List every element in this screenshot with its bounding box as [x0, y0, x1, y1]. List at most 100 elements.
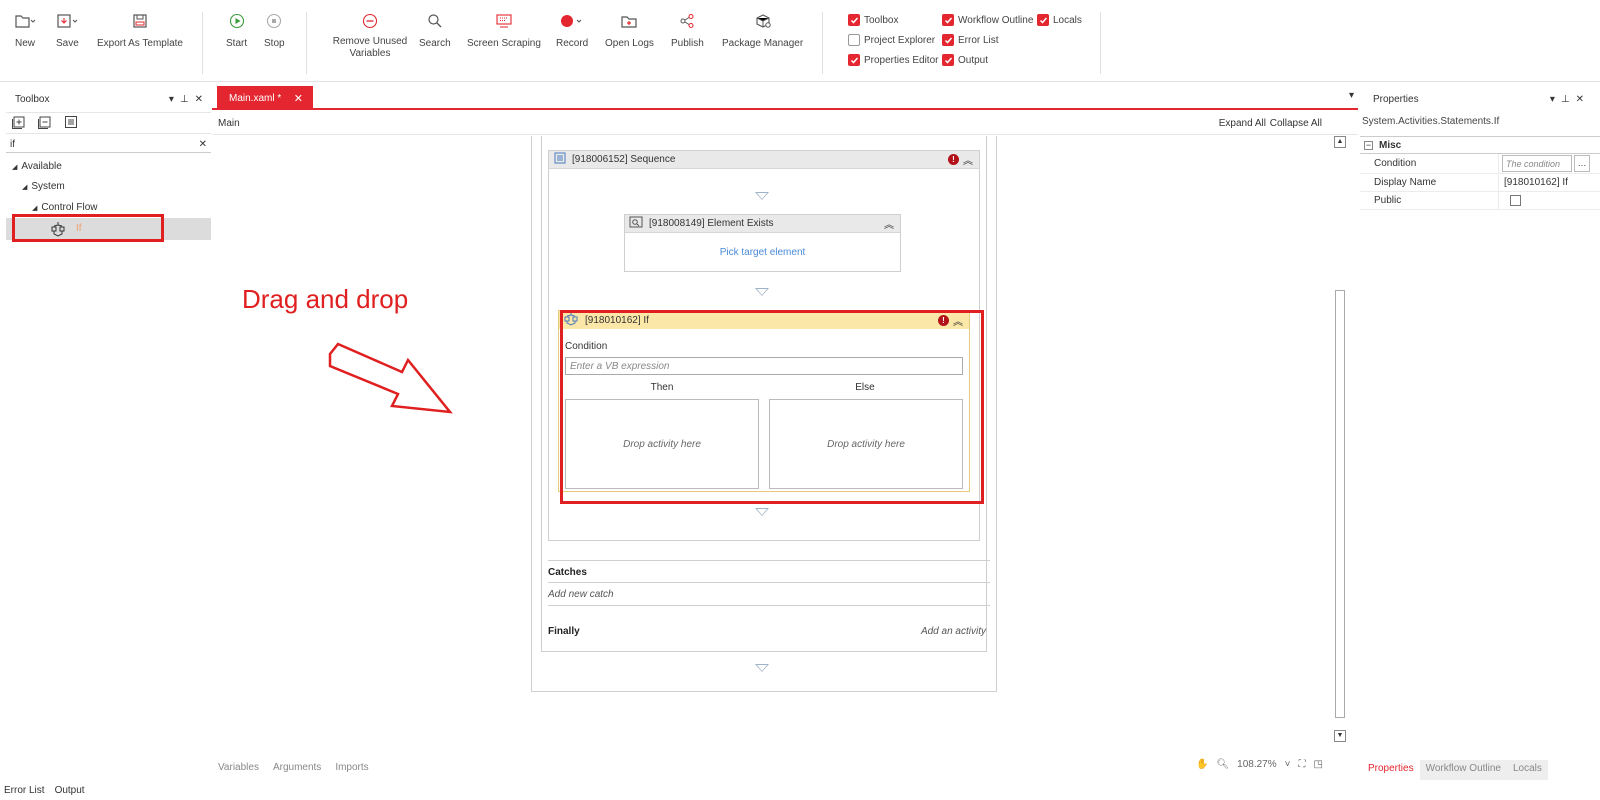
- workflow-outline-checkbox[interactable]: Workflow Outline: [942, 14, 1033, 26]
- share-icon: [679, 10, 695, 32]
- chevron-down-icon[interactable]: ˅: [1285, 759, 1291, 770]
- properties-editor-checkbox-label: Properties Editor: [864, 54, 939, 66]
- ribbon: New Save Export As Template Start Stop R: [0, 0, 1600, 82]
- expand-all-link[interactable]: Expand All: [1219, 118, 1266, 129]
- drop-arrow-icon[interactable]: [755, 508, 769, 516]
- collapse-chevron-icon[interactable]: ︽: [884, 216, 894, 231]
- remove-unused-variables-button[interactable]: Remove Unused Variables: [330, 10, 410, 60]
- new-button[interactable]: New: [14, 10, 36, 50]
- hand-pan-icon[interactable]: ✋: [1196, 759, 1208, 770]
- property-row-display-name: Display Name [918010162] If: [1360, 174, 1600, 192]
- pick-target-element-link[interactable]: Pick target element: [625, 247, 900, 258]
- sequence-header: [918006152] Sequence ! ︽: [549, 151, 979, 169]
- package-manager-button[interactable]: Package Manager: [722, 10, 803, 50]
- screen-scraping-button[interactable]: Screen Scraping: [467, 10, 541, 50]
- divider: [548, 605, 990, 606]
- workflow-outline-tab[interactable]: Workflow Outline: [1419, 760, 1507, 780]
- annotation-arrow-icon: [328, 342, 453, 414]
- ellipsis-button[interactable]: …: [1574, 155, 1590, 172]
- locals-tab[interactable]: Locals: [1506, 760, 1548, 780]
- drag-and-drop-annotation: Drag and drop: [242, 284, 409, 314]
- properties-category-misc[interactable]: − Misc: [1360, 136, 1600, 154]
- sequence-icon: [554, 152, 566, 167]
- breadcrumb[interactable]: Main: [218, 118, 240, 129]
- dropdown-arrow-icon[interactable]: ▾: [1550, 94, 1555, 105]
- checkmark-icon: [942, 54, 954, 66]
- error-list-tab[interactable]: Error List: [4, 785, 45, 796]
- toolbox-search[interactable]: if ✕: [6, 137, 211, 153]
- output-tab[interactable]: Output: [55, 785, 85, 796]
- collapse-all-link[interactable]: Collapse All: [1270, 118, 1322, 129]
- property-row-condition: Condition The condition …: [1360, 154, 1600, 174]
- record-button[interactable]: Record: [556, 10, 588, 50]
- stop-button[interactable]: Stop: [264, 10, 285, 50]
- arguments-tab[interactable]: Arguments: [273, 762, 321, 773]
- element-exists-activity[interactable]: [918008149] Element Exists ︽ Pick target…: [624, 214, 901, 272]
- checkmark-icon: [942, 14, 954, 26]
- clear-search-icon[interactable]: ✕: [199, 139, 207, 150]
- drop-arrow-icon[interactable]: [755, 288, 769, 296]
- expand-all-icon[interactable]: [12, 115, 26, 132]
- imports-tab[interactable]: Imports: [335, 762, 368, 773]
- fit-to-screen-icon[interactable]: ⛶: [1298, 759, 1305, 770]
- display-name-input[interactable]: [918010162] If: [1504, 177, 1568, 188]
- output-checkbox[interactable]: Output: [942, 54, 988, 66]
- save-button[interactable]: Save: [56, 10, 79, 50]
- search-button[interactable]: Search: [419, 10, 451, 50]
- close-icon[interactable]: ✕: [1576, 94, 1584, 105]
- checkmark-icon: [1037, 14, 1049, 26]
- close-icon[interactable]: ✕: [195, 94, 203, 105]
- vertical-scrollbar[interactable]: ▲ ▼: [1334, 136, 1346, 742]
- tab-overflow-icon[interactable]: ▾: [1349, 90, 1354, 101]
- tree-node-system[interactable]: ◢ System: [22, 181, 65, 192]
- export-as-template-button[interactable]: Export As Template: [97, 10, 183, 50]
- overview-map-icon[interactable]: ◳: [1313, 759, 1322, 770]
- collapse-all-icon[interactable]: [38, 115, 52, 132]
- scroll-up-icon[interactable]: ▲: [1334, 136, 1346, 148]
- scroll-down-icon[interactable]: ▼: [1334, 730, 1346, 742]
- error-list-checkbox[interactable]: Error List: [942, 34, 999, 46]
- workflow-canvas[interactable]: [918006152] Sequence ! ︽ [918008149] Ele…: [212, 136, 1346, 746]
- dropdown-arrow-icon[interactable]: ▾: [169, 94, 174, 105]
- condition-property-input[interactable]: The condition: [1502, 155, 1572, 172]
- expanded-triangle-icon: ◢: [32, 204, 38, 212]
- scroll-thumb[interactable]: [1335, 290, 1345, 718]
- drop-arrow-icon[interactable]: [755, 664, 769, 672]
- export-template-icon: [132, 10, 148, 32]
- tree-node-control-flow-label: Control Flow: [41, 202, 98, 213]
- properties-type-name: System.Activities.Statements.If: [1362, 116, 1500, 127]
- properties-tab[interactable]: Properties: [1362, 760, 1420, 780]
- record-label: Record: [556, 38, 589, 49]
- add-an-activity-link[interactable]: Add an activity: [921, 626, 986, 637]
- new-label: New: [14, 38, 35, 49]
- pin-icon[interactable]: ⊥: [1561, 94, 1570, 105]
- zoom-search-icon[interactable]: 🔍︎: [1216, 759, 1229, 770]
- properties-panel: Properties ▾ ⊥ ✕ System.Activities.State…: [1360, 88, 1600, 760]
- tree-node-available[interactable]: ◢ Available: [12, 161, 62, 172]
- toolbox-header-controls: ▾ ⊥ ✕: [169, 94, 203, 105]
- publish-button[interactable]: Publish: [671, 10, 704, 50]
- pin-icon[interactable]: ⊥: [180, 94, 189, 105]
- properties-editor-checkbox[interactable]: Properties Editor: [848, 54, 938, 66]
- open-logs-button[interactable]: Open Logs: [605, 10, 654, 50]
- toolbox-checkbox[interactable]: Toolbox: [848, 14, 898, 26]
- project-explorer-checkbox[interactable]: Project Explorer: [848, 34, 935, 46]
- list-view-icon[interactable]: [64, 115, 78, 132]
- public-checkbox[interactable]: [1510, 195, 1521, 206]
- close-tab-icon[interactable]: ✕: [294, 92, 303, 105]
- toolbox-search-input[interactable]: if: [10, 139, 15, 150]
- collapse-category-icon[interactable]: −: [1364, 140, 1373, 150]
- ribbon-separator: [306, 12, 307, 74]
- variables-tab[interactable]: Variables: [218, 762, 259, 773]
- properties-header-controls: ▾ ⊥ ✕: [1550, 94, 1584, 105]
- locals-checkbox[interactable]: Locals: [1037, 14, 1082, 26]
- tree-node-control-flow[interactable]: ◢ Control Flow: [32, 202, 98, 213]
- add-new-catch-link[interactable]: Add new catch: [548, 589, 614, 600]
- start-button[interactable]: Start: [226, 10, 247, 50]
- zoom-level[interactable]: 108.27%: [1237, 759, 1276, 770]
- collapse-chevron-icon[interactable]: ︽: [963, 152, 973, 167]
- drop-arrow-icon[interactable]: [755, 192, 769, 200]
- sequence-title: [918006152] Sequence: [572, 154, 676, 165]
- divider: [548, 582, 990, 583]
- tab-main-xaml[interactable]: Main.xaml * ✕: [217, 86, 313, 110]
